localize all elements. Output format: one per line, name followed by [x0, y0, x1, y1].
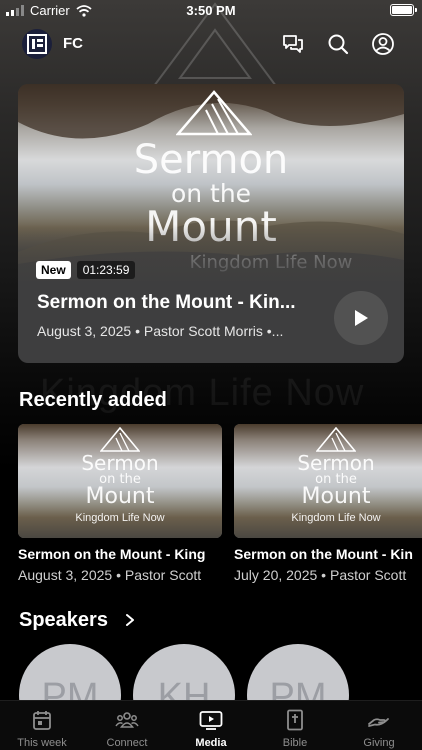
speakers-carousel[interactable]: PM KH PM	[19, 644, 422, 700]
tab-label: This week	[17, 737, 67, 749]
tab-this-week[interactable]: This week	[0, 701, 84, 750]
tab-label: Bible	[282, 737, 308, 749]
church-logo-icon	[27, 34, 47, 54]
media-card-subtitle: July 20, 2025 • Pastor Scott	[234, 567, 407, 583]
media-card-title: Sermon on the Mount - Kin	[234, 546, 413, 562]
recently-added-heading: Recently added	[19, 389, 167, 411]
bible-icon	[287, 709, 303, 731]
tab-giving[interactable]: Giving	[337, 701, 421, 750]
media-card-speaker: Pastor Scott	[329, 567, 407, 583]
thumbnail-title-line1: Sermon	[81, 451, 159, 475]
chat-icon	[283, 35, 303, 53]
profile-icon	[372, 33, 394, 55]
status-time: 3:50 PM	[186, 3, 236, 18]
media-card[interactable]: Sermon on the Mount Kingdom Life Now Ser…	[234, 424, 422, 583]
battery-icon	[390, 4, 417, 16]
speaker-avatar[interactable]: KH	[133, 644, 235, 700]
thumbnail-title-line1: Sermon	[297, 451, 375, 475]
media-thumbnail: Sermon on the Mount Kingdom Life Now	[18, 424, 222, 538]
tab-bar: This week Connect Media Bible Giving	[0, 700, 422, 750]
tab-label: Media	[195, 737, 227, 749]
duration-badge: 01:23:59	[76, 261, 136, 279]
featured-sermon-title: Sermon on the Mount - Kin...	[37, 292, 296, 313]
recently-added-carousel[interactable]: Sermon on the Mount Kingdom Life Now Ser…	[18, 424, 422, 586]
speaker-avatar[interactable]: PM	[247, 644, 349, 700]
thumbnail-subtitle: Kingdom Life Now	[291, 512, 381, 524]
search-icon	[328, 34, 349, 55]
tab-label: Giving	[363, 737, 395, 749]
thumbnail-title-line3: Mount	[301, 484, 371, 509]
badge-row: New 01:23:59	[36, 261, 136, 279]
sermon-series-triangle-logo	[176, 90, 252, 136]
chevron-right-icon[interactable]	[124, 613, 136, 627]
people-icon	[115, 712, 139, 728]
tab-bible[interactable]: Bible	[253, 701, 337, 750]
speakers-heading[interactable]: Speakers	[19, 609, 108, 632]
tab-connect[interactable]: Connect	[85, 701, 169, 750]
media-thumbnail: Sermon on the Mount Kingdom Life Now	[234, 424, 422, 538]
giving-hand-icon	[368, 718, 389, 727]
thumbnail-title-line3: Mount	[85, 484, 155, 509]
media-card-speaker: Pastor Scott	[124, 567, 202, 583]
sermon-series-triangle-logo	[316, 427, 356, 452]
featured-sermon-subtitle: August 3, 2025 • Pastor Scott Morris •..…	[37, 323, 284, 339]
profile-button[interactable]	[371, 32, 395, 56]
media-card-date: August 3, 2025	[18, 567, 113, 583]
media-card-subtitle: August 3, 2025 • Pastor Scott	[18, 567, 202, 583]
app-header: FC	[0, 27, 422, 61]
tab-label: Connect	[106, 737, 148, 749]
play-screen-icon	[199, 711, 223, 730]
search-button[interactable]	[326, 32, 350, 56]
status-bar: Carrier 3:50 PM	[0, 0, 422, 22]
speaker-avatar[interactable]: PM	[19, 644, 121, 700]
artwork-fade	[18, 224, 404, 294]
church-logo[interactable]	[22, 29, 52, 59]
sermon-series-triangle-logo	[100, 427, 140, 452]
media-card-title: Sermon on the Mount - King	[18, 546, 206, 562]
artwork-title-line1: Sermon	[133, 137, 289, 183]
app-name: FC	[63, 35, 83, 52]
tab-media[interactable]: Media	[169, 701, 253, 750]
chat-button[interactable]	[281, 32, 305, 56]
play-icon	[355, 310, 368, 326]
media-card[interactable]: Sermon on the Mount Kingdom Life Now Ser…	[18, 424, 222, 583]
play-button[interactable]	[334, 291, 388, 345]
media-card-date: July 20, 2025	[234, 567, 318, 583]
calendar-icon	[33, 711, 51, 730]
thumbnail-subtitle: Kingdom Life Now	[75, 512, 165, 524]
new-badge: New	[36, 261, 71, 279]
featured-sermon-card[interactable]: Sermon on the Mount Kingdom Life Now New…	[18, 84, 404, 363]
